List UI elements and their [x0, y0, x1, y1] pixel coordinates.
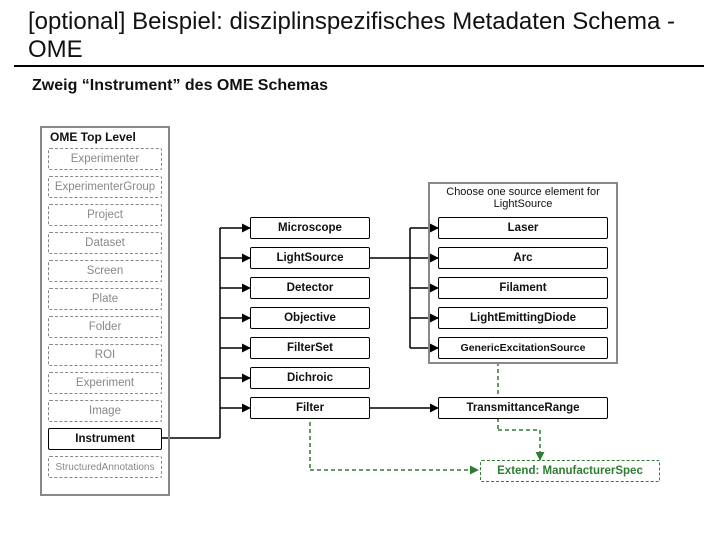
node-experimentergroup: ExperimenterGroup: [48, 176, 162, 198]
node-arc: Arc: [438, 247, 608, 269]
node-detector: Detector: [250, 277, 370, 299]
node-experiment: Experiment: [48, 372, 162, 394]
node-dataset: Dataset: [48, 232, 162, 254]
node-filament: Filament: [438, 277, 608, 299]
node-led: LightEmittingDiode: [438, 307, 608, 329]
node-objective: Objective: [250, 307, 370, 329]
page-title: [optional] Beispiel: disziplinspezifisch…: [14, 0, 704, 67]
node-laser: Laser: [438, 217, 608, 239]
node-filterset: FilterSet: [250, 337, 370, 359]
node-lightsource: LightSource: [250, 247, 370, 269]
node-genericexcitation: GenericExcitationSource: [438, 337, 608, 359]
group-label-left: OME Top Level: [50, 130, 136, 144]
node-folder: Folder: [48, 316, 162, 338]
node-screen: Screen: [48, 260, 162, 282]
node-microscope: Microscope: [250, 217, 370, 239]
node-manufacturerspec: Extend: ManufacturerSpec: [480, 460, 660, 482]
node-structuredannotations: StructuredAnnotations: [48, 456, 162, 478]
node-instrument: Instrument: [48, 428, 162, 450]
node-experimenter: Experimenter: [48, 148, 162, 170]
node-plate: Plate: [48, 288, 162, 310]
diagram-canvas: OME Top Level Choose one source element …: [0, 120, 720, 520]
page-subtitle: Zweig “Instrument” des OME Schemas: [0, 77, 720, 103]
node-image: Image: [48, 400, 162, 422]
group-label-right: Choose one source element for LightSourc…: [438, 186, 608, 210]
node-transmittancerange: TransmittanceRange: [438, 397, 608, 419]
node-project: Project: [48, 204, 162, 226]
node-roi: ROI: [48, 344, 162, 366]
node-dichroic: Dichroic: [250, 367, 370, 389]
node-filter: Filter: [250, 397, 370, 419]
